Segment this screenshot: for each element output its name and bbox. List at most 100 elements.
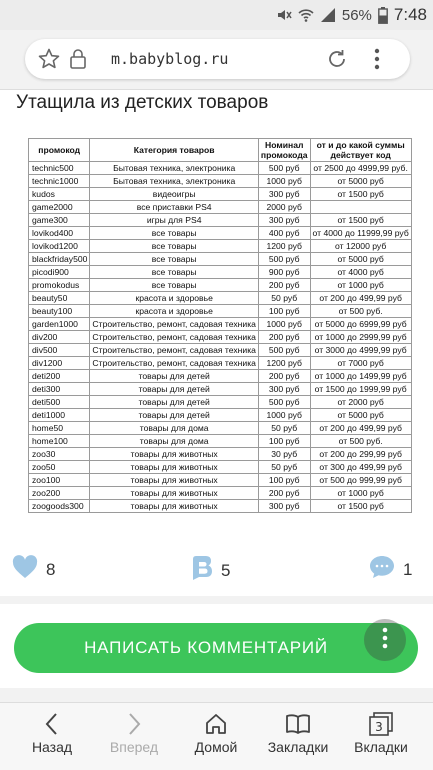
write-comment-label: НАПИСАТЬ КОММЕНТАРИЙ xyxy=(84,638,328,657)
nav-home[interactable]: Домой xyxy=(174,709,258,755)
table-row: lovikod1200 все товары 1200 руб от 12000 ру… xyxy=(27,239,412,253)
promo-code-cell: zoo30 xyxy=(27,447,91,461)
range-cell: от 1500 руб xyxy=(309,499,412,513)
value-cell: 500 руб xyxy=(257,395,311,409)
value-cell: 1200 руб xyxy=(257,356,311,370)
promo-code-cell: zoogoods300 xyxy=(27,499,91,513)
promo-code-cell: beauty50 xyxy=(27,291,91,305)
table-row: deti1000 товары для детей 1000 руб от 5000 … xyxy=(27,408,412,422)
table-row: zoo30 товары для животных 30 руб от 200 до … xyxy=(27,447,412,461)
promo-table-image[interactable]: промокод Категория товаров Номинал промо… xyxy=(27,138,412,513)
bookmark-star-icon[interactable] xyxy=(37,47,61,76)
promo-code-cell: lovikod400 xyxy=(27,226,91,240)
table-row: zoo200 товары для животных 200 руб от 1000 … xyxy=(27,486,412,500)
value-cell: 200 руб xyxy=(257,278,311,292)
value-cell: 100 руб xyxy=(257,304,311,318)
promo-code-cell: promokodus xyxy=(27,278,91,292)
table-body: technic500 Бытовая техника, электроника 50… xyxy=(27,161,412,513)
like-button[interactable]: 8 xyxy=(12,555,55,584)
bookmark-b-icon xyxy=(191,555,213,586)
range-cell: от 12000 руб xyxy=(309,239,412,253)
promo-code-cell: deti200 xyxy=(27,369,91,383)
floating-more-button[interactable] xyxy=(364,619,406,661)
table-row: deti500 товары для детей 500 руб от 2000 ру… xyxy=(27,395,412,409)
comment-bubble-icon xyxy=(369,555,395,584)
bookmarks-count: 5 xyxy=(221,560,231,580)
nav-back-label: Назад xyxy=(31,739,73,755)
heart-icon xyxy=(12,555,38,584)
write-comment-button[interactable]: НАПИСАТЬ КОММЕНТАРИЙ xyxy=(14,623,418,673)
range-cell: от 1000 до 2999,99 руб xyxy=(309,330,412,344)
category-cell: товары для животных xyxy=(89,486,259,500)
table-row: promokodus все товары 200 руб от 1000 руб xyxy=(27,278,412,292)
book-icon xyxy=(256,709,340,739)
table-row: deti200 товары для детей 200 руб от 1000 до… xyxy=(27,369,412,383)
range-cell: от 1000 руб xyxy=(309,278,412,292)
bookmark-button[interactable]: 5 xyxy=(191,555,230,586)
chevron-right-icon xyxy=(92,709,176,739)
category-cell: игры для PS4 xyxy=(89,213,259,227)
category-cell: товары для детей xyxy=(89,382,259,396)
address-bar[interactable]: m.babyblog.ru xyxy=(25,39,410,79)
promo-code-cell: technic500 xyxy=(27,161,91,175)
category-cell: видеоигры xyxy=(89,187,259,201)
promo-code-cell: zoo200 xyxy=(27,486,91,500)
promo-code-cell: div200 xyxy=(27,330,91,344)
category-cell: Бытовая техника, электроника xyxy=(89,174,259,188)
nav-bookmarks[interactable]: Закладки xyxy=(256,709,340,755)
category-cell: все товары xyxy=(89,265,259,279)
range-cell: от 5000 руб xyxy=(309,174,412,188)
range-cell: от 3000 до 4999,99 руб xyxy=(309,343,412,357)
range-cell: от 200 до 499,99 руб xyxy=(309,421,412,435)
overflow-menu-icon[interactable] xyxy=(374,48,380,75)
nav-forward[interactable]: Вперед xyxy=(92,709,176,755)
comments-count: 1 xyxy=(403,559,413,579)
category-cell: товары для детей xyxy=(89,395,259,409)
category-cell: Строительство, ремонт, садовая техника xyxy=(89,343,259,357)
value-cell: 1000 руб xyxy=(257,408,311,422)
table-row: div500 Строительство, ремонт, садовая тех… xyxy=(27,343,412,357)
range-cell: от 500 до 999,99 руб xyxy=(309,473,412,487)
promo-code-cell: lovikod1200 xyxy=(27,239,91,253)
table-row: picodi900 все товары 900 руб от 4000 руб xyxy=(27,265,412,279)
value-cell: 500 руб xyxy=(257,252,311,266)
category-cell: все товары xyxy=(89,252,259,266)
category-cell: все товары xyxy=(89,226,259,240)
value-cell: 1000 руб xyxy=(257,317,311,331)
category-cell: товары для животных xyxy=(89,460,259,474)
nav-back[interactable]: Назад xyxy=(10,709,94,755)
table-row: home100 товары для дома 100 руб от 500 руб. xyxy=(27,434,412,448)
category-cell: товары для животных xyxy=(89,499,259,513)
nav-forward-label: Вперед xyxy=(109,739,159,755)
category-cell: все приставки PS4 xyxy=(89,200,259,214)
reload-icon[interactable] xyxy=(325,47,349,76)
value-cell: 200 руб xyxy=(257,486,311,500)
value-cell: 300 руб xyxy=(257,382,311,396)
table-row: beauty50 красота и здоровье 50 руб от 200 д… xyxy=(27,291,412,305)
value-cell: 900 руб xyxy=(257,265,311,279)
browser-bottom-nav: Назад Вперед Домой Закладки 3 Вкладки xyxy=(0,702,433,770)
category-cell: товары для животных xyxy=(89,473,259,487)
table-row: div1200 Строительство, ремонт, садовая те… xyxy=(27,356,412,370)
table-row: deti300 товары для детей 300 руб от 1500 до… xyxy=(27,382,412,396)
range-cell: от 5000 руб xyxy=(309,408,412,422)
nav-tabs-label: Вкладки xyxy=(354,739,408,755)
category-cell: Строительство, ремонт, садовая техника xyxy=(89,356,259,370)
promo-code-cell: zoo100 xyxy=(27,473,91,487)
range-cell: от 5000 руб xyxy=(309,252,412,266)
table-row: div200 Строительство, ремонт, садовая тех… xyxy=(27,330,412,344)
category-cell: товары для дома xyxy=(89,434,259,448)
range-cell: от 200 до 299,99 руб xyxy=(309,447,412,461)
value-cell: 200 руб xyxy=(257,369,311,383)
value-cell: 400 руб xyxy=(257,226,311,240)
browser-toolbar: m.babyblog.ru xyxy=(0,30,433,90)
promo-code-cell: game300 xyxy=(27,213,91,227)
chevron-left-icon xyxy=(10,709,94,739)
category-cell: товары для детей xyxy=(89,408,259,422)
value-cell: 50 руб xyxy=(257,460,311,474)
promo-code-cell: technic1000 xyxy=(27,174,91,188)
category-cell: красота и здоровье xyxy=(89,304,259,318)
range-cell: от 4000 руб xyxy=(309,265,412,279)
comments-button[interactable]: 1 xyxy=(369,555,412,584)
nav-tabs[interactable]: 3 Вкладки xyxy=(339,709,423,755)
